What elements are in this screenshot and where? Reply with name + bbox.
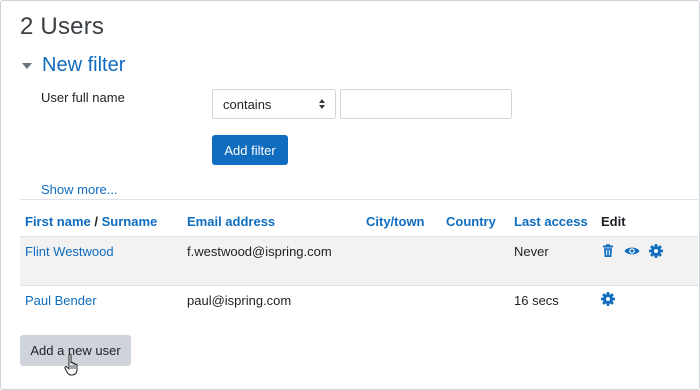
page-title: 2 Users bbox=[20, 13, 105, 40]
sort-surname-link[interactable]: Surname bbox=[102, 214, 158, 229]
header-name: First name / Surname bbox=[25, 214, 157, 229]
divider bbox=[20, 199, 698, 200]
user-name-link[interactable]: Paul Bender bbox=[25, 293, 97, 308]
user-full-name-label: User full name bbox=[41, 90, 125, 105]
trash-icon[interactable] bbox=[601, 244, 615, 258]
table-row: Flint Westwood f.westwood@ispring.com Ne… bbox=[20, 236, 698, 285]
user-last-access: 16 secs bbox=[514, 293, 559, 308]
operator-select[interactable]: contains bbox=[212, 89, 336, 119]
show-more-link[interactable]: Show more... bbox=[41, 182, 118, 197]
user-name-link[interactable]: Flint Westwood bbox=[25, 244, 114, 259]
table-row: Paul Bender paul@ispring.com 16 secs bbox=[20, 285, 698, 316]
user-email: f.westwood@ispring.com bbox=[187, 244, 332, 259]
new-filter-toggle[interactable]: New filter bbox=[22, 54, 125, 77]
gear-icon[interactable] bbox=[601, 292, 615, 306]
filter-heading: New filter bbox=[42, 54, 126, 76]
user-email: paul@ispring.com bbox=[187, 293, 292, 308]
operator-select-value: contains bbox=[223, 96, 272, 112]
add-filter-button[interactable]: Add filter bbox=[212, 135, 288, 165]
hand-pointer-icon bbox=[64, 353, 78, 376]
sort-email-link[interactable]: Email address bbox=[187, 214, 275, 229]
eye-icon[interactable] bbox=[624, 244, 640, 258]
select-arrows-icon bbox=[319, 99, 325, 109]
sort-first-name-link[interactable]: First name bbox=[25, 214, 91, 229]
header-separator: / bbox=[94, 214, 98, 229]
sort-last-access-link[interactable]: Last access bbox=[514, 214, 588, 229]
header-edit: Edit bbox=[601, 214, 626, 229]
sort-country-link[interactable]: Country bbox=[446, 214, 496, 229]
caret-down-icon bbox=[22, 62, 32, 69]
user-last-access: Never bbox=[514, 244, 549, 259]
filter-value-input[interactable] bbox=[340, 89, 512, 119]
gear-icon[interactable] bbox=[649, 244, 663, 258]
sort-city-link[interactable]: City/town bbox=[366, 214, 425, 229]
